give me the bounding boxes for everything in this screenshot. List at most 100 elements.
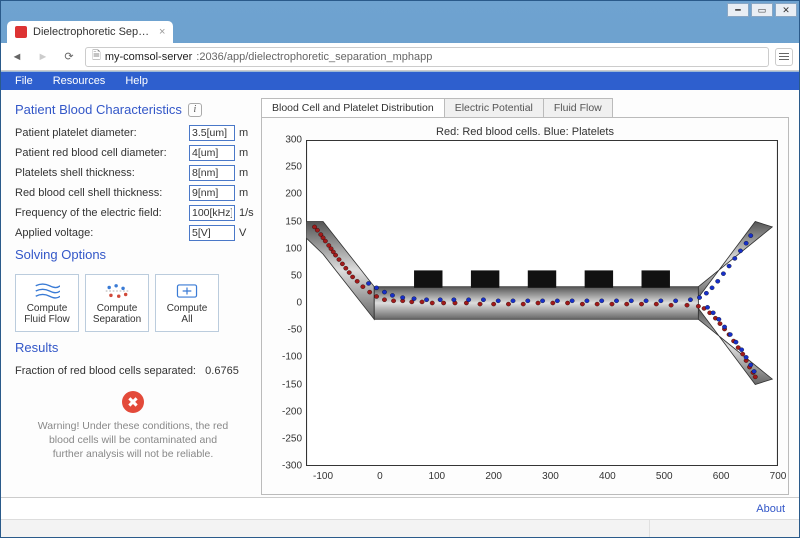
row-voltage: Applied voltage: V [15, 225, 251, 241]
nav-back-button[interactable]: ◄ [7, 48, 27, 66]
unit: V [235, 227, 251, 239]
x-tick-label: 100 [428, 471, 445, 482]
compute-fluid-flow-button[interactable]: Compute Fluid Flow [15, 274, 79, 332]
y-tick-label: -100 [270, 352, 302, 363]
row-rbc-diam: Patient red blood cell diameter: m [15, 145, 251, 161]
label: Red blood cell shell thickness: [15, 187, 189, 199]
label: Frequency of the electric field: [15, 207, 189, 219]
y-tick-label: 150 [270, 216, 302, 227]
plot-bg: 300250200150100500-50-100-150-200-250-30… [306, 140, 778, 466]
separation-icon [104, 281, 130, 301]
browser-tab[interactable]: Dielectrophoretic Separati × [7, 21, 173, 43]
x-tick-label: 0 [377, 471, 383, 482]
compute-all-icon [174, 281, 200, 301]
x-tick-label: -100 [313, 471, 333, 482]
address-bar[interactable]: 🗎 my-comsol-server :2036/app/dielectropho… [85, 47, 769, 67]
result-value: 0.6765 [205, 365, 239, 377]
x-tick-label: 600 [713, 471, 730, 482]
nav-forward-button[interactable]: ► [33, 48, 53, 66]
info-icon[interactable]: i [188, 103, 202, 117]
plot-container: Red: Red blood cells. Blue: Platelets 30… [261, 118, 789, 495]
app-root: File Resources Help Patient Blood Charac… [1, 71, 799, 537]
row-rbc-shell: Red blood cell shell thickness: m [15, 185, 251, 201]
btn-label: Compute Fluid Flow [24, 303, 70, 325]
browser-toolbar: ◄ ► ⟳ 🗎 my-comsol-server :2036/app/dielec… [1, 43, 799, 71]
compute-separation-button[interactable]: Compute Separation [85, 274, 149, 332]
row-frequency: Frequency of the electric field: 1/s [15, 205, 251, 221]
plot-tabs: Blood Cell and Platelet Distribution Ele… [261, 98, 789, 118]
result-frac: Fraction of red blood cells separated: 0… [15, 365, 251, 377]
x-tick-label: 200 [485, 471, 502, 482]
input-voltage[interactable] [189, 225, 235, 241]
y-tick-label: 0 [270, 298, 302, 309]
row-platelet-shell: Platelets shell thickness: m [15, 165, 251, 181]
compute-all-button[interactable]: Compute All [155, 274, 219, 332]
tab-potential[interactable]: Electric Potential [444, 98, 544, 117]
y-tick-label: -250 [270, 433, 302, 444]
heading-text: Patient Blood Characteristics [15, 102, 182, 117]
input-frequency[interactable] [189, 205, 235, 221]
url-host: my-comsol-server [105, 51, 192, 63]
window-titlebar: ━ ▭ ✕ [1, 1, 799, 19]
row-platelet-diam: Patient platelet diameter: m [15, 125, 251, 141]
label: Patient platelet diameter: [15, 127, 189, 139]
btn-label: Compute Separation [93, 303, 141, 325]
sidebar: Patient Blood Characteristics i Patient … [15, 98, 251, 495]
section-solving-heading: Solving Options [15, 247, 251, 262]
label: Platelets shell thickness: [15, 167, 189, 179]
main-panel: Blood Cell and Platelet Distribution Ele… [261, 98, 789, 495]
section-results-heading: Results [15, 340, 251, 355]
y-tick-label: -50 [270, 325, 302, 336]
x-tick-label: 300 [542, 471, 559, 482]
menu-help[interactable]: Help [115, 75, 158, 87]
unit: m [235, 187, 251, 199]
warning-icon: ✖ [122, 391, 144, 413]
url-path: :2036/app/dielectrophoretic_separation_m… [196, 51, 432, 63]
tab-fluid-flow[interactable]: Fluid Flow [543, 98, 613, 117]
page-icon: 🗎 [92, 47, 101, 66]
y-tick-label: -150 [270, 379, 302, 390]
app-body: Patient Blood Characteristics i Patient … [1, 90, 799, 497]
tab-favicon-icon [15, 26, 27, 38]
y-tick-label: 50 [270, 270, 302, 281]
x-tick-label: 400 [599, 471, 616, 482]
input-platelet-shell[interactable] [189, 165, 235, 181]
tab-title: Dielectrophoretic Separati [33, 26, 153, 38]
chrome-window: ━ ▭ ✕ Dielectrophoretic Separati × ◄ ► ⟳… [0, 0, 800, 538]
menu-file[interactable]: File [5, 75, 43, 87]
chrome-menu-button[interactable] [775, 48, 793, 66]
app-footer: About [1, 497, 799, 519]
y-tick-label: 200 [270, 189, 302, 200]
warning-block: ✖ Warning! Under these conditions, the r… [15, 391, 251, 462]
input-rbc-diam[interactable] [189, 145, 235, 161]
y-tick-label: 250 [270, 162, 302, 173]
menu-resources[interactable]: Resources [43, 75, 116, 87]
unit: m [235, 167, 251, 179]
fluid-flow-icon [34, 281, 60, 301]
status-chunk [649, 520, 799, 537]
input-rbc-shell[interactable] [189, 185, 235, 201]
window-close-button[interactable]: ✕ [775, 3, 797, 17]
label: Patient red blood cell diameter: [15, 147, 189, 159]
y-tick-label: -200 [270, 406, 302, 417]
nav-reload-button[interactable]: ⟳ [59, 48, 79, 66]
result-label: Fraction of red blood cells separated: [15, 365, 196, 377]
window-minimize-button[interactable]: ━ [727, 3, 749, 17]
y-tick-label: -300 [270, 461, 302, 472]
y-tick-label: 100 [270, 243, 302, 254]
tab-distribution[interactable]: Blood Cell and Platelet Distribution [261, 98, 445, 117]
plot-title: Red: Red blood cells. Blue: Platelets [270, 126, 780, 138]
label: Applied voltage: [15, 227, 189, 239]
input-platelet-diam[interactable] [189, 125, 235, 141]
plot-svg [306, 140, 778, 466]
unit: m [235, 147, 251, 159]
plot-area: 300250200150100500-50-100-150-200-250-30… [306, 140, 778, 466]
status-bar [1, 519, 799, 537]
about-link[interactable]: About [756, 503, 785, 515]
compute-button-row: Compute Fluid Flow Compute Separation Co… [15, 274, 251, 332]
unit: m [235, 127, 251, 139]
window-maximize-button[interactable]: ▭ [751, 3, 773, 17]
browser-tab-strip: Dielectrophoretic Separati × [1, 19, 799, 43]
tab-close-icon[interactable]: × [159, 26, 165, 38]
app-menu-bar: File Resources Help [1, 72, 799, 90]
